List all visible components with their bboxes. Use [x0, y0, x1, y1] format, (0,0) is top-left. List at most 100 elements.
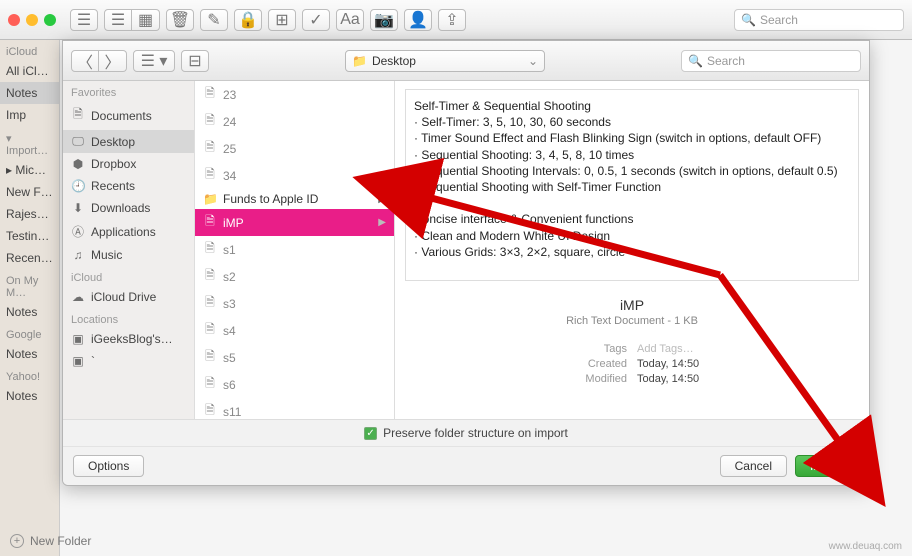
dialog-toolbar: 〈 〉 ☰ ▾ ⊟ 📁 Desktop ⌄ 🔍 Search	[63, 41, 869, 81]
document-icon: 🗎	[71, 105, 85, 126]
sidebar-item[interactable]: New F…	[0, 181, 59, 203]
font-button[interactable]: Aa	[336, 9, 364, 31]
preview-content: Self-Timer & Sequential Shooting· Self-T…	[405, 89, 859, 281]
sidebar-item[interactable]: Notes	[0, 301, 59, 323]
file-item[interactable]: 🗎iMP▶	[195, 209, 394, 236]
file-item[interactable]: 🗎s4	[195, 317, 394, 344]
icloud-header: iCloud	[63, 266, 194, 286]
drive-icon: ▣	[71, 354, 85, 368]
favorites-applications[interactable]: ⒶApplications	[63, 219, 194, 244]
sidebar-toggle-button[interactable]: ☰	[70, 9, 98, 31]
toolbar-search[interactable]: 🔍 Search	[734, 9, 904, 31]
file-item[interactable]: 🗎s5	[195, 344, 394, 371]
sidebar-item[interactable]: Notes	[0, 385, 59, 407]
folder-icon: 📁	[203, 192, 217, 206]
preview-subtitle: Rich Text Document - 1 KB	[405, 315, 859, 327]
file-icon: 🗎	[203, 347, 217, 368]
search-placeholder: Search	[760, 13, 798, 27]
media-button[interactable]: 📷	[370, 9, 398, 31]
import-button[interactable]: Import	[795, 455, 859, 477]
drive-icon: ▣	[71, 332, 85, 346]
options-button[interactable]: Options	[73, 455, 144, 477]
window-toolbar: ☰ ☰ ▦ 🗑 ✎ 🔒 ⊞ ✓ Aa 📷 👤 ⇪ 🔍 Search	[0, 0, 912, 40]
compose-button[interactable]: ✎	[200, 9, 228, 31]
sidebar-item[interactable]: All iCl…	[0, 60, 59, 82]
locations-header: Locations	[63, 308, 194, 328]
location-label: Desktop	[372, 54, 416, 68]
file-icon: 🗎	[203, 212, 217, 233]
group-button[interactable]: ⊟	[181, 50, 209, 72]
file-item[interactable]: 📁Funds to Apple ID▶	[195, 189, 394, 209]
file-item[interactable]: 🗎s1	[195, 236, 394, 263]
file-icon: 🗎	[203, 138, 217, 159]
download-icon: ⬇	[71, 201, 85, 215]
search-icon: 🔍	[688, 54, 703, 68]
chevron-right-icon: ▶	[378, 194, 386, 205]
maximize-window-button[interactable]	[44, 14, 56, 26]
sidebar-header-yahoo: Yahoo!	[0, 365, 59, 385]
music-icon: ♫	[71, 248, 85, 262]
sidebar-item[interactable]: Recent…	[0, 247, 59, 269]
search-icon: 🔍	[741, 13, 756, 27]
tags-value[interactable]: Add Tags…	[637, 343, 859, 355]
file-item[interactable]: 🗎s11	[195, 398, 394, 419]
favorites-music[interactable]: ♫Music	[63, 244, 194, 266]
plus-icon: +	[10, 534, 24, 548]
favorites-downloads[interactable]: ⬇Downloads	[63, 197, 194, 219]
desktop-icon: 🖵	[71, 134, 85, 149]
table-button[interactable]: ⊞	[268, 9, 296, 31]
list-view-button[interactable]: ☰	[104, 9, 132, 31]
checklist-button[interactable]: ✓	[302, 9, 330, 31]
forward-button[interactable]: 〉	[99, 50, 127, 72]
file-icon: 🗎	[203, 111, 217, 132]
view-mode-button[interactable]: ☰ ▾	[133, 50, 175, 72]
lock-button[interactable]: 🔒	[234, 9, 262, 31]
preview-pane: Self-Timer & Sequential Shooting· Self-T…	[395, 81, 869, 419]
favorites-desktop[interactable]: 🖵Desktop	[63, 130, 194, 153]
sidebar-header-import[interactable]: ▾ Import…	[0, 126, 59, 159]
close-window-button[interactable]	[8, 14, 20, 26]
file-item[interactable]: 🗎24	[195, 108, 394, 135]
icloud-drive[interactable]: ☁iCloud Drive	[63, 286, 194, 308]
chevron-down-icon: ⌄	[528, 54, 538, 68]
file-item[interactable]: 🗎s6	[195, 371, 394, 398]
minimize-window-button[interactable]	[26, 14, 38, 26]
sidebar-item[interactable]: Testing…	[0, 225, 59, 247]
file-list: 🗎23🗎24🗎25🗎34📁Funds to Apple ID▶🗎iMP▶🗎s1🗎…	[195, 81, 395, 419]
grid-view-button[interactable]: ▦	[132, 9, 160, 31]
created-value: Today, 14:50	[637, 358, 859, 370]
file-item[interactable]: 🗎s3	[195, 290, 394, 317]
trash-button[interactable]: 🗑	[166, 9, 194, 31]
notes-sidebar: iCloud All iCl… Notes Imp ▾ Import… ▸ Mi…	[0, 40, 60, 556]
file-icon: 🗎	[203, 239, 217, 260]
file-icon: 🗎	[203, 165, 217, 186]
chevron-right-icon: ▶	[378, 217, 386, 228]
new-folder-label: New Folder	[30, 534, 91, 548]
applications-icon: Ⓐ	[71, 223, 85, 240]
favorites-documents[interactable]: 🗎Documents	[63, 101, 194, 130]
file-item[interactable]: 🗎25	[195, 135, 394, 162]
location-popup[interactable]: 📁 Desktop ⌄	[345, 50, 545, 72]
file-item[interactable]: 🗎23	[195, 81, 394, 108]
back-button[interactable]: 〈	[71, 50, 99, 72]
sidebar-item[interactable]: Imp	[0, 104, 59, 126]
cancel-button[interactable]: Cancel	[720, 455, 787, 477]
favorites-recents[interactable]: 🕘Recents	[63, 175, 194, 197]
search-placeholder: Search	[707, 54, 745, 68]
sidebar-item[interactable]: Rajesh…	[0, 203, 59, 225]
favorites-dropbox[interactable]: ⬢Dropbox	[63, 153, 194, 175]
preserve-checkbox[interactable]: ✓	[364, 427, 377, 440]
new-folder-button[interactable]: + New Folder	[10, 534, 91, 548]
location-item[interactable]: ▣iGeeksBlog's…	[63, 328, 194, 350]
sidebar-item[interactable]: Notes	[0, 343, 59, 365]
export-button[interactable]: ⇪	[438, 9, 466, 31]
file-item[interactable]: 🗎34	[195, 162, 394, 189]
sidebar-item[interactable]: ▸ Mic…	[0, 159, 59, 181]
dialog-search[interactable]: 🔍 Search	[681, 50, 861, 72]
sidebar-item-notes[interactable]: Notes	[0, 82, 59, 104]
share-button[interactable]: 👤	[404, 9, 432, 31]
file-item[interactable]: 🗎s2	[195, 263, 394, 290]
location-item[interactable]: ▣`	[63, 350, 194, 372]
modified-label: Modified	[405, 373, 627, 385]
watermark: www.deuaq.com	[829, 541, 902, 552]
